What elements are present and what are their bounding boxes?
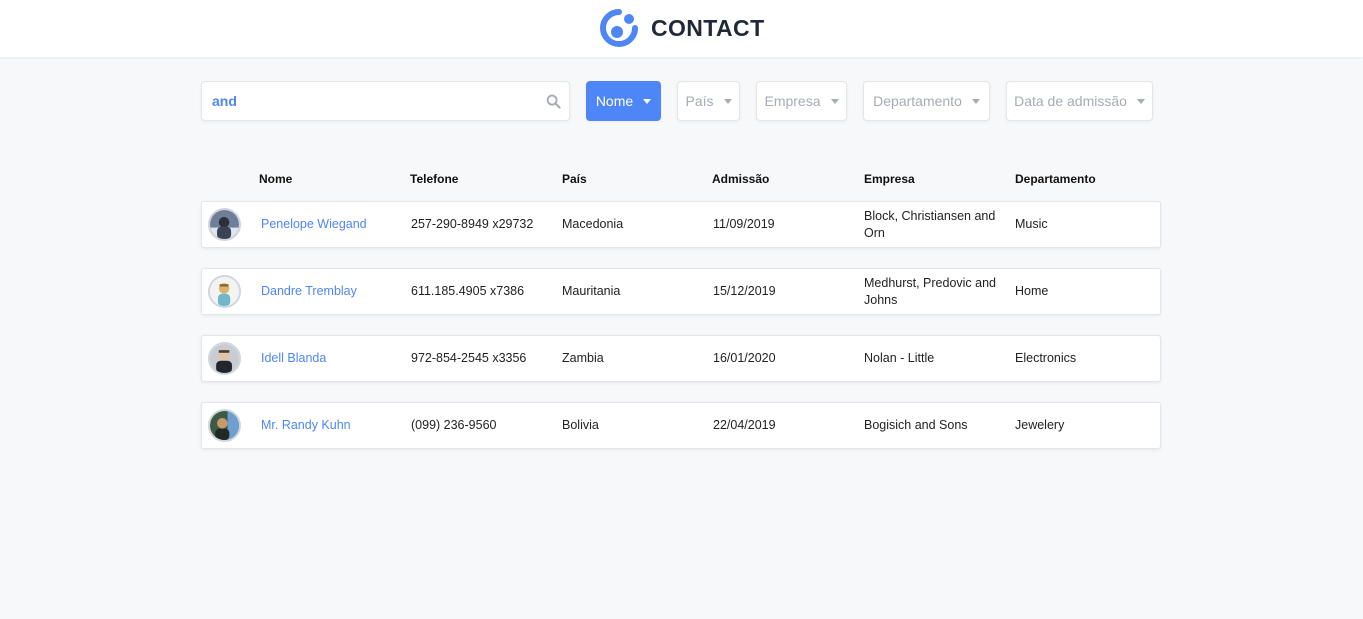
department: Home <box>1015 284 1049 298</box>
table-row[interactable]: Penelope Wiegand 257-290-8949 x29732 Mac… <box>201 201 1161 248</box>
table-row[interactable]: Dandre Tremblay 611.185.4905 x7386 Mauri… <box>201 268 1161 315</box>
company: Medhurst, Predovic and Johns <box>864 275 997 307</box>
caret-down-icon <box>971 98 980 104</box>
admission-date: 15/12/2019 <box>713 284 776 298</box>
filter-departamento-button[interactable]: Departamento <box>863 81 990 121</box>
phone: 972-854-2545 x3356 <box>411 351 527 365</box>
brand-name: CONTACT <box>651 14 765 41</box>
caret-down-icon <box>830 98 839 104</box>
admission-date: 11/09/2019 <box>713 217 775 231</box>
search-box <box>201 81 570 121</box>
caret-down-icon <box>643 98 652 104</box>
caret-down-icon <box>1136 98 1145 104</box>
column-header-admissao: Admissão <box>712 172 770 186</box>
admission-date: 16/01/2020 <box>713 351 776 365</box>
filter-departamento-label: Departamento <box>873 93 962 109</box>
company: Bogisich and Sons <box>864 418 968 432</box>
column-header-empresa: Empresa <box>864 172 915 186</box>
department: Jewelery <box>1015 418 1065 432</box>
avatar <box>208 275 241 308</box>
country: Zambia <box>562 351 604 365</box>
company: Block, Christiansen and Orn <box>864 208 996 240</box>
company: Nolan - Little <box>864 351 935 365</box>
column-header-pais: País <box>562 172 587 186</box>
column-header-telefone: Telefone <box>410 172 459 186</box>
phone: (099) 236-9560 <box>411 418 497 432</box>
filter-pais-label: País <box>685 93 714 109</box>
column-header-departamento: Departamento <box>1015 172 1096 186</box>
contact-name-link[interactable]: Idell Blanda <box>261 350 326 367</box>
phone: 257-290-8949 x29732 <box>411 217 534 231</box>
table-row[interactable]: Idell Blanda 972-854-2545 x3356 Zambia 1… <box>201 335 1161 382</box>
phone: 611.185.4905 x7386 <box>411 284 525 298</box>
filter-data-admissao-label: Data de admissão <box>1014 93 1127 109</box>
contact-name-link[interactable]: Penelope Wiegand <box>261 216 367 233</box>
country: Bolivia <box>562 418 599 432</box>
filter-nome-button[interactable]: Nome <box>586 81 661 121</box>
filter-empresa-label: Empresa <box>764 93 821 109</box>
avatar <box>208 208 241 241</box>
department: Music <box>1015 217 1048 231</box>
filter-pais-button[interactable]: País <box>677 81 740 121</box>
app-header: CONTACT <box>0 0 1363 57</box>
caret-down-icon <box>723 98 732 104</box>
contact-name-link[interactable]: Dandre Tremblay <box>261 283 357 300</box>
admission-date: 22/04/2019 <box>713 418 776 432</box>
filter-data-admissao-button[interactable]: Data de admissão <box>1006 81 1153 121</box>
department: Electronics <box>1015 351 1077 365</box>
brand[interactable]: CONTACT <box>598 7 765 49</box>
table-row[interactable]: Mr. Randy Kuhn (099) 236-9560 Bolivia 22… <box>201 402 1161 449</box>
country: Macedonia <box>562 217 624 231</box>
search-icon[interactable] <box>546 94 561 109</box>
avatar <box>208 409 241 442</box>
filter-nome-label: Nome <box>595 93 634 109</box>
logo-icon <box>600 9 638 47</box>
contact-name-link[interactable]: Mr. Randy Kuhn <box>261 417 351 434</box>
country: Mauritania <box>562 284 621 298</box>
filter-empresa-button[interactable]: Empresa <box>756 81 847 121</box>
avatar <box>208 342 241 375</box>
column-header-nome: Nome <box>259 172 293 186</box>
search-input[interactable] <box>212 82 532 120</box>
table-header: Nome Telefone País Admissão Empresa Depa… <box>0 170 1363 188</box>
